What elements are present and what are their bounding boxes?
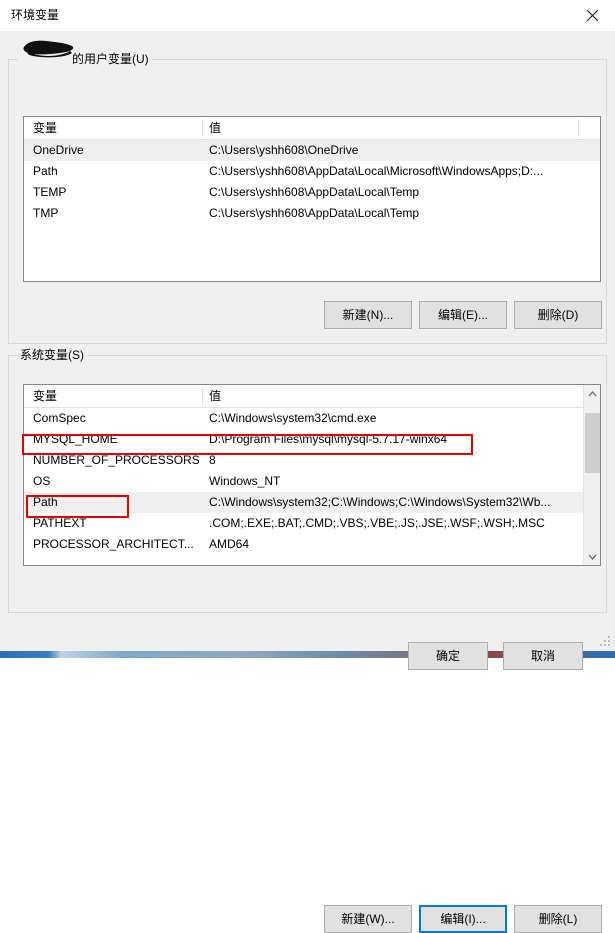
system-variable-value: C:\Windows\system32\cmd.exe (209, 411, 377, 425)
system-variable-name: MYSQL_HOME (33, 432, 118, 446)
chevron-down-icon[interactable] (584, 548, 600, 565)
ok-button[interactable]: 确定 (408, 642, 488, 670)
system-variable-name: NUMBER_OF_PROCESSORS (33, 453, 200, 467)
system-variable-name: Path (33, 495, 58, 509)
system-list-rows: ComSpec C:\Windows\system32\cmd.exe MYSQ… (24, 408, 600, 555)
user-list-header-divider-1 (202, 119, 203, 138)
system-variable-name: PROCESSOR_ARCHITECT... (33, 537, 194, 551)
system-variable-name: ComSpec (33, 411, 86, 425)
user-new-button[interactable]: 新建(N)... (324, 301, 412, 329)
system-delete-button[interactable]: 删除(L) (514, 905, 602, 933)
table-row[interactable]: MYSQL_HOME D:\Program Files\mysql\mysql-… (24, 429, 600, 450)
user-edit-button[interactable]: 编辑(E)... (419, 301, 507, 329)
system-edit-button[interactable]: 编辑(I)... (419, 905, 507, 933)
user-variable-value: C:\Users\yshh608\AppData\Local\Microsoft… (209, 164, 544, 178)
table-row[interactable]: NUMBER_OF_PROCESSORS 8 (24, 450, 600, 471)
user-variables-group-label: 的用户变量(U) (18, 40, 152, 66)
system-variable-value: AMD64 (209, 537, 250, 551)
table-row[interactable]: TMP C:\Users\yshh608\AppData\Local\Temp (24, 203, 600, 224)
user-variables-list[interactable]: 变量 值 OneDrive C:\Users\yshh608\OneDrive … (23, 116, 601, 282)
system-variables-group-label: 系统变量(S) (18, 348, 87, 362)
user-variable-value: C:\Users\yshh608\AppData\Local\Temp (209, 206, 420, 220)
user-list-rows: OneDrive C:\Users\yshh608\OneDrive Path … (24, 140, 600, 224)
system-list-header-variable[interactable]: 变量 (33, 388, 57, 404)
user-delete-button[interactable]: 删除(D) (514, 301, 602, 329)
table-row[interactable]: TEMP C:\Users\yshh608\AppData\Local\Temp (24, 182, 600, 203)
user-variable-value: C:\Users\yshh608\OneDrive (209, 143, 359, 157)
table-row[interactable]: PROCESSOR_ARCHITECT... AMD64 (24, 534, 600, 555)
system-new-button[interactable]: 新建(W)... (324, 905, 412, 933)
user-variables-label-text: 的用户变量(U) (72, 52, 149, 66)
user-variables-group: 的用户变量(U) 变量 值 OneDrive C:\Users\yshh608\… (8, 40, 607, 344)
system-list-header: 变量 值 (24, 385, 600, 408)
scrollbar-thumb[interactable] (585, 413, 600, 473)
table-row[interactable]: Path C:\Windows\system32;C:\Windows;C:\W… (24, 492, 600, 513)
user-list-header-divider-2 (578, 119, 579, 138)
user-list-header-variable[interactable]: 变量 (33, 120, 57, 136)
system-variables-group: 系统变量(S) 变量 值 ComSpec C:\Windows\system32… (8, 348, 607, 933)
user-list-header: 变量 值 (24, 117, 600, 140)
system-variable-value: Windows_NT (209, 474, 281, 488)
user-variable-value: C:\Users\yshh608\AppData\Local\Temp (209, 185, 420, 199)
system-variable-name: OS (33, 474, 51, 488)
system-list-header-value[interactable]: 值 (209, 388, 221, 404)
chevron-up-icon[interactable] (584, 385, 600, 402)
user-variable-name: TEMP (33, 185, 67, 199)
system-variable-value: .COM;.EXE;.BAT;.CMD;.VBS;.VBE;.JS;.JSE;.… (209, 516, 545, 530)
environment-variables-dialog: 环境变量 的用户变量(U) 变量 值 OneDrive C:\Users\ysh… (0, 0, 615, 933)
system-variable-value: 8 (209, 453, 216, 467)
user-list-header-value[interactable]: 值 (209, 120, 221, 136)
system-variable-value: C:\Windows\system32;C:\Windows;C:\Window… (209, 495, 551, 509)
cancel-button[interactable]: 取消 (503, 642, 583, 670)
redaction-blob (23, 40, 74, 58)
table-row[interactable]: PATHEXT .COM;.EXE;.BAT;.CMD;.VBS;.VBE;.J… (24, 513, 600, 534)
system-variables-list[interactable]: 变量 值 ComSpec C:\Windows\system32\cmd.exe… (23, 384, 601, 566)
title-bar: 环境变量 (0, 0, 615, 31)
system-variable-name: PATHEXT (33, 516, 87, 530)
table-row[interactable]: OS Windows_NT (24, 471, 600, 492)
user-variable-name: TMP (33, 206, 59, 220)
dialog-client-area: 的用户变量(U) 变量 值 OneDrive C:\Users\yshh608\… (0, 31, 615, 933)
window-title: 环境变量 (11, 8, 60, 22)
system-list-header-divider-1 (202, 387, 203, 406)
close-icon[interactable] (569, 0, 615, 31)
resize-grip[interactable] (599, 635, 612, 648)
system-list-scrollbar[interactable] (583, 385, 600, 565)
table-row[interactable]: OneDrive C:\Users\yshh608\OneDrive (24, 140, 600, 161)
table-row[interactable]: Path C:\Users\yshh608\AppData\Local\Micr… (24, 161, 600, 182)
table-row[interactable]: ComSpec C:\Windows\system32\cmd.exe (24, 408, 600, 429)
user-variable-name: Path (33, 164, 58, 178)
user-variable-name: OneDrive (33, 143, 84, 157)
system-variable-value: D:\Program Files\mysql\mysql-5.7.17-winx… (209, 432, 448, 446)
